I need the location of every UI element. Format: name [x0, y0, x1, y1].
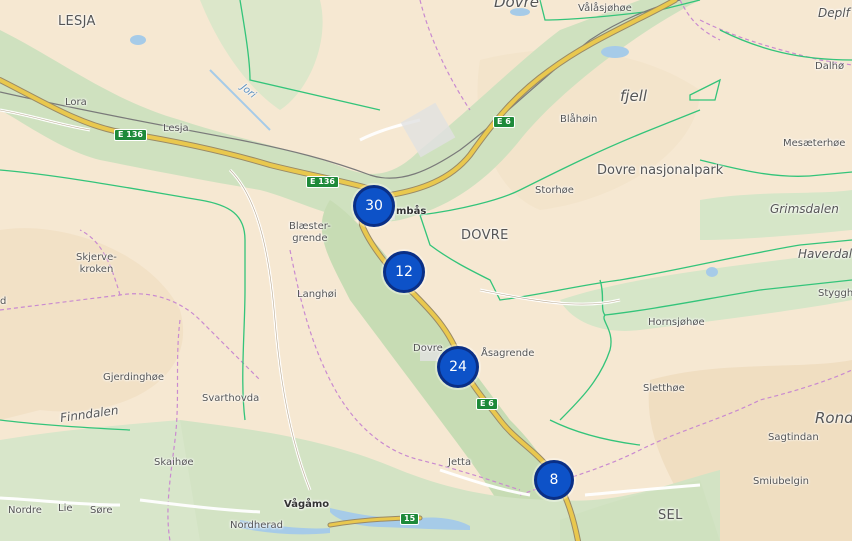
label-skjerve-kroken: Skjerve- kroken	[76, 252, 117, 275]
map-base-layer	[0, 0, 852, 541]
cluster-marker-24[interactable]: 24	[437, 346, 479, 388]
label-sletthoe: Sletthøe	[643, 383, 685, 394]
label-deplf: Deplf	[818, 6, 850, 20]
label-mesaeterhoe: Mesæterhøe	[783, 138, 846, 149]
label-langhoi: Langhøi	[297, 289, 337, 300]
label-skaihoe: Skaihøe	[154, 457, 194, 468]
road-shield-e136-west: E 136	[114, 129, 147, 141]
label-asagrende: Åsagrende	[481, 348, 535, 359]
label-blahoin: Blåhøin	[560, 114, 598, 125]
label-vagamo: Vågåmo	[284, 499, 330, 510]
label-sore: Søre	[90, 505, 113, 516]
label-blaester-grende: Blæster- grende	[289, 221, 331, 244]
label-rond: Rond	[815, 409, 852, 427]
label-lora: Lora	[65, 97, 87, 108]
label-sagtindan: Sagtindan	[768, 432, 819, 443]
label-dombas: mbås	[396, 206, 427, 217]
label-jetta: Jetta	[448, 457, 472, 468]
label-dovre-town: Dovre	[413, 343, 443, 354]
label-nordre: Nordre	[8, 505, 42, 516]
label-grimsdalen: Grimsdalen	[770, 202, 839, 216]
road-shield-e6-south: E 6	[476, 398, 498, 410]
label-fjell: fjell	[620, 87, 648, 105]
label-gjerdinghoe: Gjerdinghøe	[103, 372, 165, 383]
label-kroken: kroken	[79, 263, 114, 275]
cluster-marker-8[interactable]: 8	[534, 460, 574, 500]
label-d-edge: d	[0, 296, 7, 307]
cluster-marker-30[interactable]: 30	[353, 185, 395, 227]
cluster-marker-12[interactable]: 12	[383, 251, 425, 293]
label-lesja: Lesja	[163, 123, 189, 134]
label-stygg: Styggh	[818, 288, 852, 299]
label-sel: SEL	[658, 508, 683, 523]
label-blaester: Blæster-	[289, 221, 331, 232]
label-skjerve: Skjerve-	[76, 252, 117, 263]
label-storhoe: Storhøe	[535, 185, 574, 196]
label-dovre-top: Dovre	[494, 0, 539, 11]
label-lie: Lie	[58, 503, 73, 514]
road-shield-e6-north: E 6	[493, 116, 515, 128]
label-lesja-region: LESJA	[58, 14, 96, 29]
map-view[interactable]: LESJA Dovre Vålåsjøhøe Deplf Dalhø Lora …	[0, 0, 852, 541]
label-hornsjohoe: Hornsjøhøe	[648, 317, 705, 328]
label-haverdal: Haverdal	[798, 247, 852, 261]
label-valasjohoe: Vålåsjøhøe	[578, 3, 632, 14]
road-shield-15: 15	[400, 513, 420, 525]
label-grende: grende	[292, 232, 328, 244]
label-svarthovda: Svarthovda	[202, 393, 260, 404]
label-smiubelgin: Smiubelgin	[753, 476, 809, 487]
label-nordherad: Nordherad	[230, 520, 283, 531]
label-dovre-region: DOVRE	[461, 228, 509, 243]
label-dovre-nasjonalpark: Dovre nasjonalpark	[597, 163, 724, 178]
road-shield-e136: E 136	[306, 176, 339, 188]
label-dalhoe: Dalhø	[815, 61, 845, 72]
